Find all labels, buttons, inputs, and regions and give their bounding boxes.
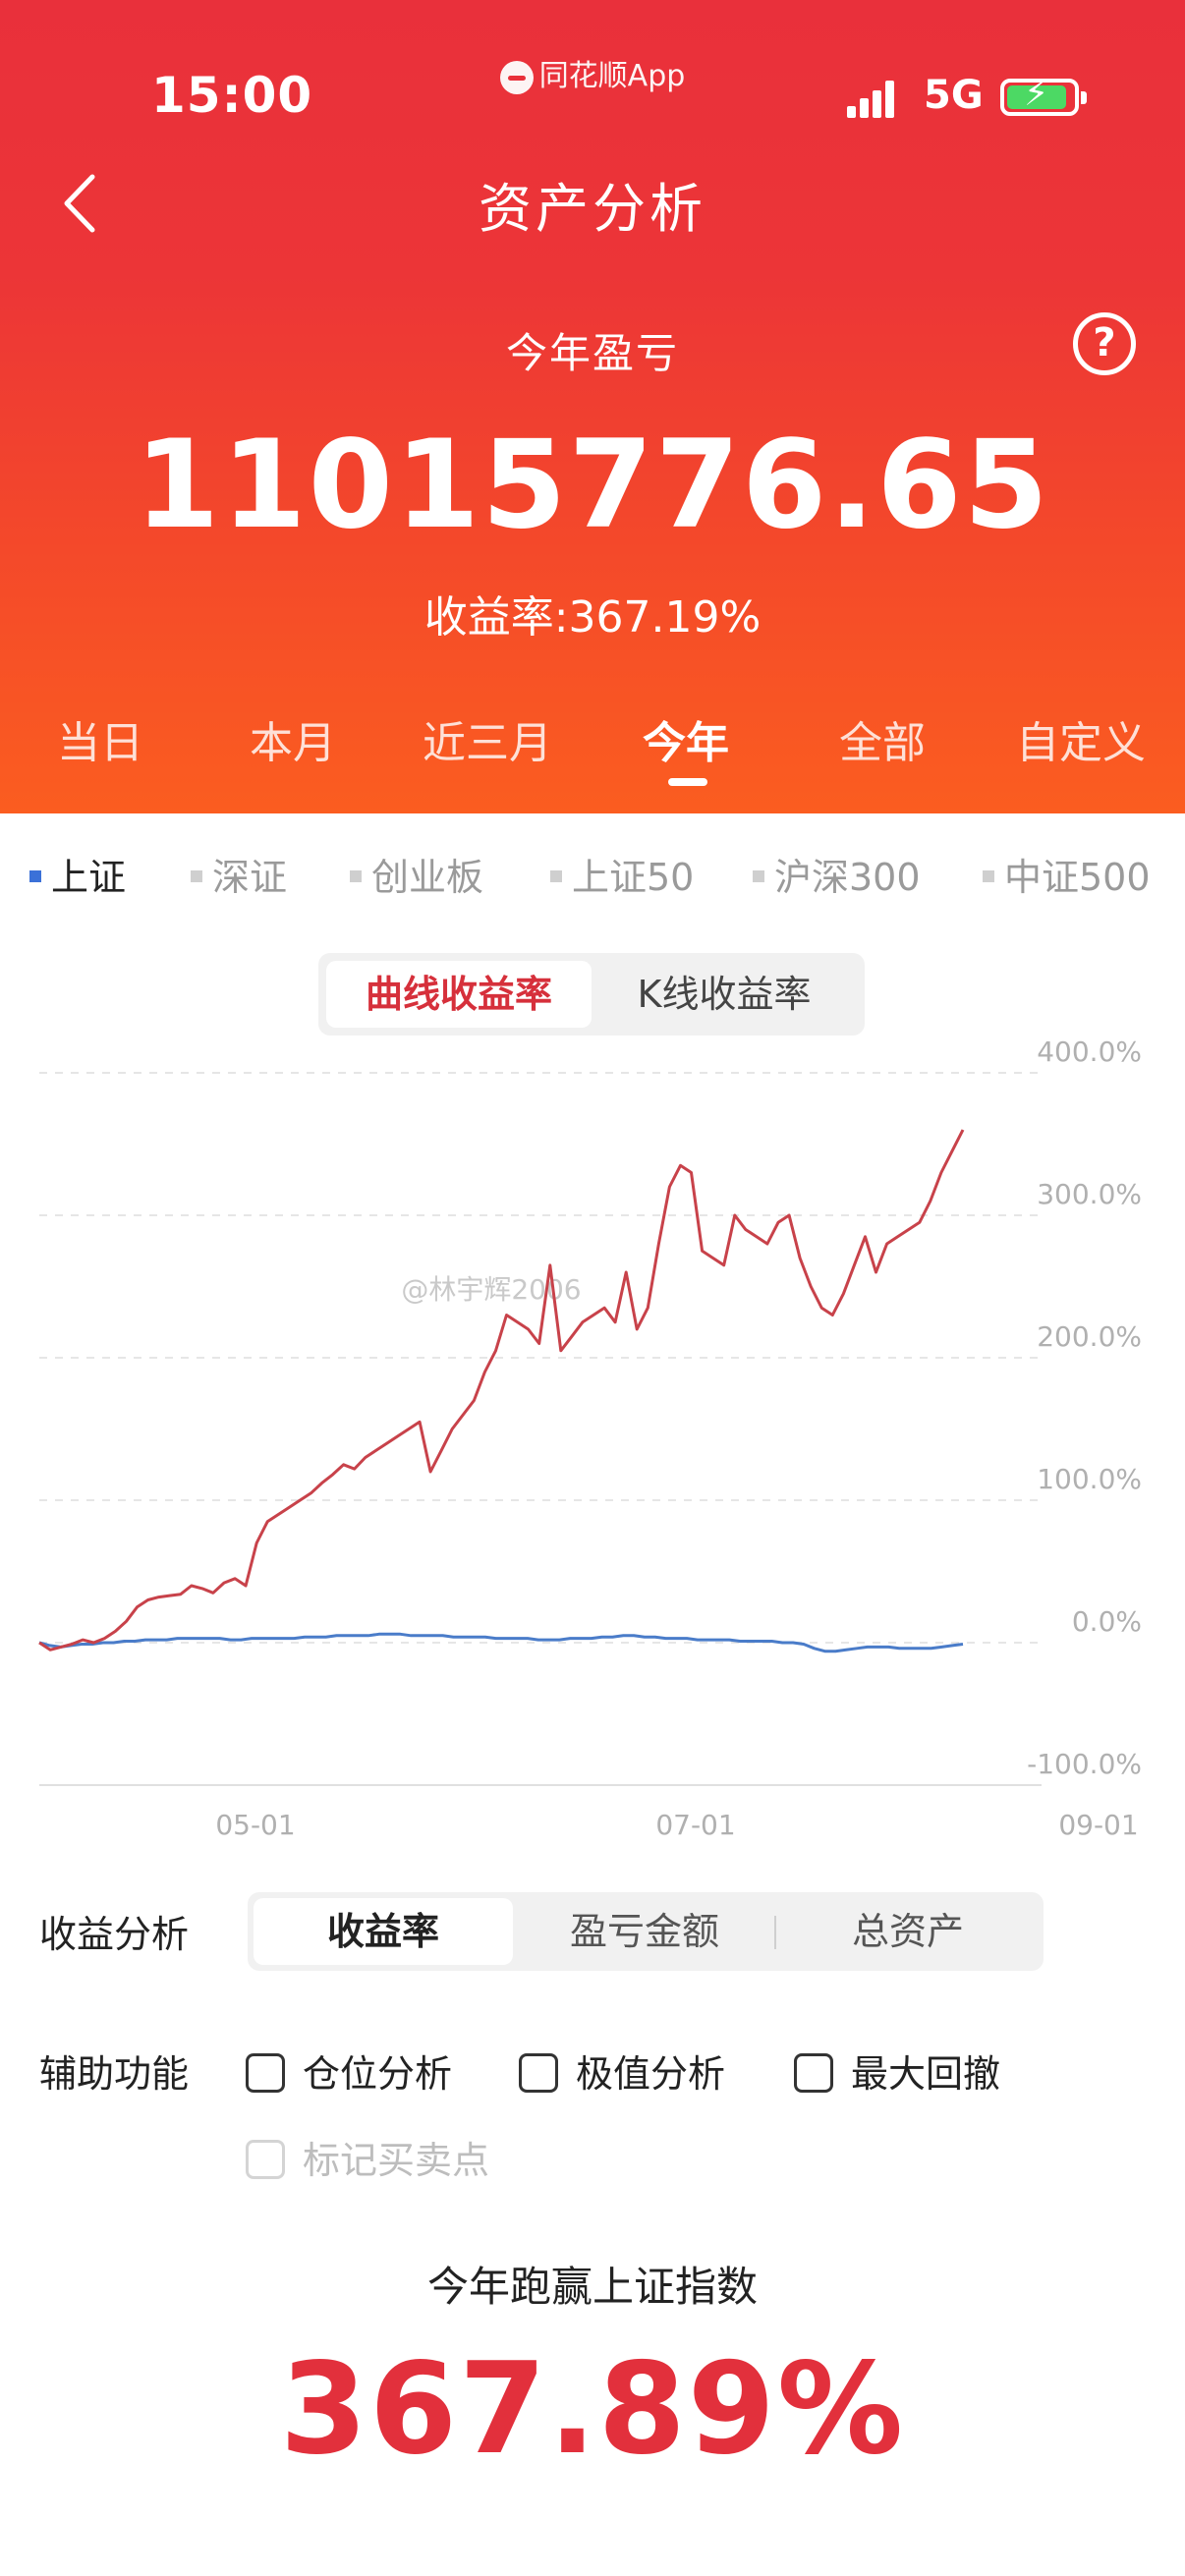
network-type: 5G — [924, 73, 984, 118]
y-tick-label: 0.0% — [1072, 1605, 1142, 1638]
index-compare-tabs: 上证 深证 创业板 上证50 沪深300 中证500 — [0, 847, 1185, 906]
tab-today[interactable]: 当日 — [57, 707, 143, 770]
checkbox-unchecked-icon — [246, 2139, 285, 2179]
checkbox-extreme-analysis[interactable]: 极值分析 — [519, 2044, 725, 2098]
x-tick-label: 07-01 — [655, 1809, 735, 1841]
tab-this-year[interactable]: 今年 — [643, 707, 729, 770]
tonghuashun-logo-icon — [499, 60, 534, 94]
tab-custom[interactable]: 自定义 — [1016, 707, 1146, 770]
header: 15:00 同花顺App 5G ⚡ 资产分析 今年盈亏 ? 11015776.6… — [0, 0, 1185, 813]
question-circle-icon[interactable]: ? — [1073, 312, 1136, 375]
mode-curve-return[interactable]: 曲线收益率 — [326, 961, 592, 1028]
tab-all[interactable]: 全部 — [839, 707, 926, 770]
status-app-name: 同花顺App — [538, 59, 686, 93]
checkbox-max-drawdown[interactable]: 最大回撤 — [794, 2044, 1000, 2098]
beat-index-value: 367.89% — [279, 2336, 906, 2483]
aux-label: 辅助功能 — [39, 2052, 190, 2096]
return-rate: 收益率:367.19% — [423, 592, 762, 643]
index-tab-shenzhen[interactable]: 深证 — [191, 847, 287, 901]
checkbox-unchecked-icon — [246, 2052, 285, 2093]
return-chart[interactable]: 400.0% 300.0% 200.0% 100.0% 0.0% -100.0% 05-0… — [0, 1022, 1185, 1847]
y-tick-label: 300.0% — [1037, 1178, 1142, 1210]
signal-icon — [847, 79, 906, 118]
checkbox-mark-trades: 标记买卖点 — [246, 2130, 489, 2184]
tab-this-month[interactable]: 本月 — [250, 707, 336, 770]
index-tab-sse50[interactable]: 上证50 — [550, 847, 694, 901]
pnl-amount: 11015776.65 — [135, 415, 1050, 556]
analysis-segmented-control: 收益率 盈亏金额 总资产 — [248, 1892, 1044, 1971]
checkbox-position-analysis[interactable]: 仓位分析 — [246, 2044, 452, 2098]
tab-three-months[interactable]: 近三月 — [423, 707, 552, 770]
seg-total-assets[interactable]: 总资产 — [778, 1898, 1038, 1965]
mode-kline-return[interactable]: K线收益率 — [592, 961, 857, 1028]
battery-charging-icon: ⚡ — [1000, 77, 1087, 116]
period-tabs: 当日 本月 近三月 今年 全部 自定义 — [0, 707, 1185, 786]
y-tick-label: -100.0% — [1027, 1748, 1142, 1780]
beat-index-label: 今年跑赢上证指数 — [426, 2263, 758, 2311]
analysis-label: 收益分析 — [39, 1913, 190, 1956]
y-tick-label: 200.0% — [1037, 1320, 1142, 1353]
y-tick-label: 400.0% — [1037, 1036, 1142, 1068]
index-tab-chinext[interactable]: 创业板 — [350, 847, 483, 901]
index-tab-csi500[interactable]: 中证500 — [983, 847, 1151, 901]
checkbox-unchecked-icon — [794, 2052, 833, 2093]
active-tab-indicator — [668, 778, 707, 786]
checkbox-unchecked-icon — [519, 2052, 558, 2093]
seg-pnl-amount[interactable]: 盈亏金额 — [515, 1898, 774, 1965]
seg-return-rate[interactable]: 收益率 — [254, 1898, 513, 1965]
portfolio-return-line — [38, 1129, 965, 1652]
y-tick-label: 100.0% — [1037, 1463, 1142, 1495]
x-tick-label: 05-01 — [215, 1809, 295, 1841]
page-title: 资产分析 — [479, 178, 706, 240]
year-pnl-label: 今年盈亏 — [505, 329, 679, 377]
index-tab-csi300[interactable]: 沪深300 — [753, 847, 921, 901]
seg-divider — [774, 1916, 776, 1949]
index-tab-shanghai[interactable]: 上证 — [29, 847, 126, 901]
x-tick-label: 09-01 — [1058, 1809, 1138, 1841]
